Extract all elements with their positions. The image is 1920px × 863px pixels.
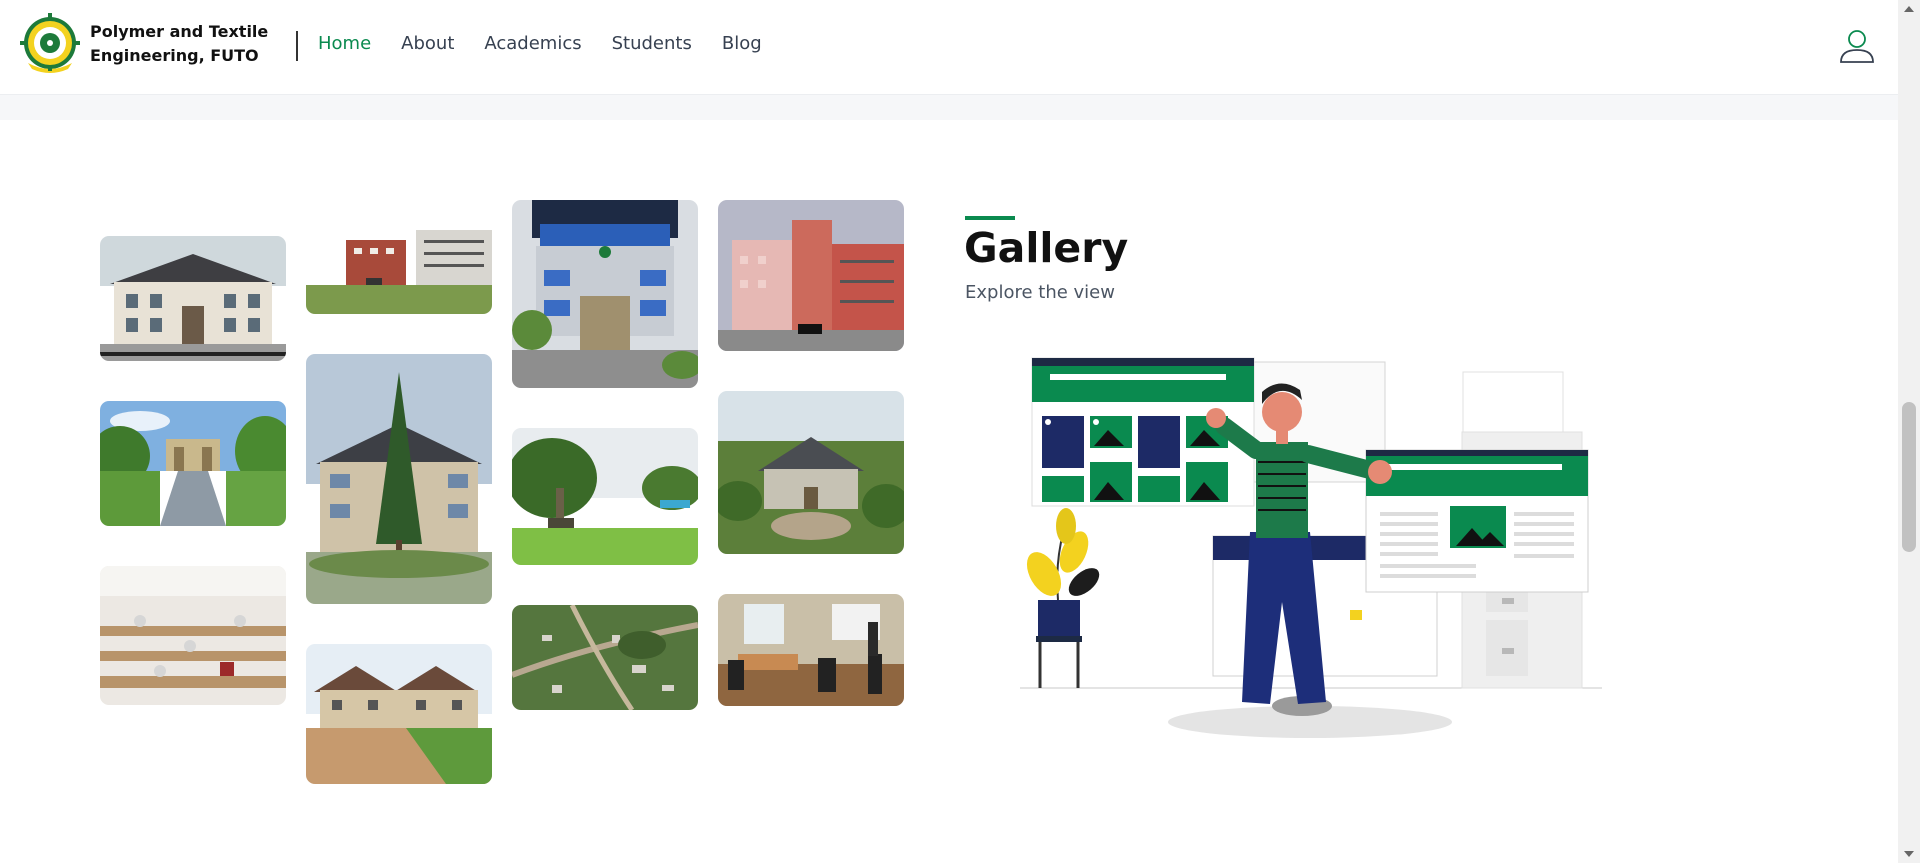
gallery-illustration [1020,357,1602,738]
photo-tree-building[interactable] [306,354,492,604]
photo-exam-hall[interactable] [100,566,286,705]
main-nav: Home About Academics Students Blog [318,33,792,54]
photo-aerial-campus[interactable] [512,605,698,710]
photo-hut-building[interactable] [306,644,492,784]
photo-campus-buildings-field[interactable] [306,200,492,314]
photo-red-building[interactable] [718,200,904,351]
scroll-up-icon[interactable] [1904,6,1914,12]
nav-about[interactable]: About [401,33,454,54]
nav-home[interactable]: Home [318,33,371,54]
futo-logo[interactable] [18,13,82,75]
photo-campus-gate[interactable] [100,401,286,526]
photo-computer-lab[interactable] [718,594,904,706]
gallery-subtitle: Explore the view [965,282,1115,303]
scrollbar-thumb[interactable] [1902,402,1916,552]
site-header: Polymer and Textile Engineering, FUTO Ho… [0,0,1898,95]
user-icon[interactable] [1838,27,1876,65]
gallery-title: Gallery [964,224,1129,272]
photo-statue-garden[interactable] [512,428,698,565]
photo-blue-window-building[interactable] [512,200,698,388]
nav-students[interactable]: Students [612,33,692,54]
header-subband [0,95,1898,120]
photo-admin-building[interactable] [100,236,286,361]
nav-academics[interactable]: Academics [484,33,581,54]
scroll-down-icon[interactable] [1904,851,1914,857]
page-scrollbar[interactable] [1898,0,1920,863]
title-accent-bar [965,216,1015,220]
photo-aerial-road-view[interactable] [718,391,904,554]
brand-name[interactable]: Polymer and Textile Engineering, FUTO [90,20,280,68]
nav-divider [296,31,298,61]
nav-blog[interactable]: Blog [722,33,762,54]
